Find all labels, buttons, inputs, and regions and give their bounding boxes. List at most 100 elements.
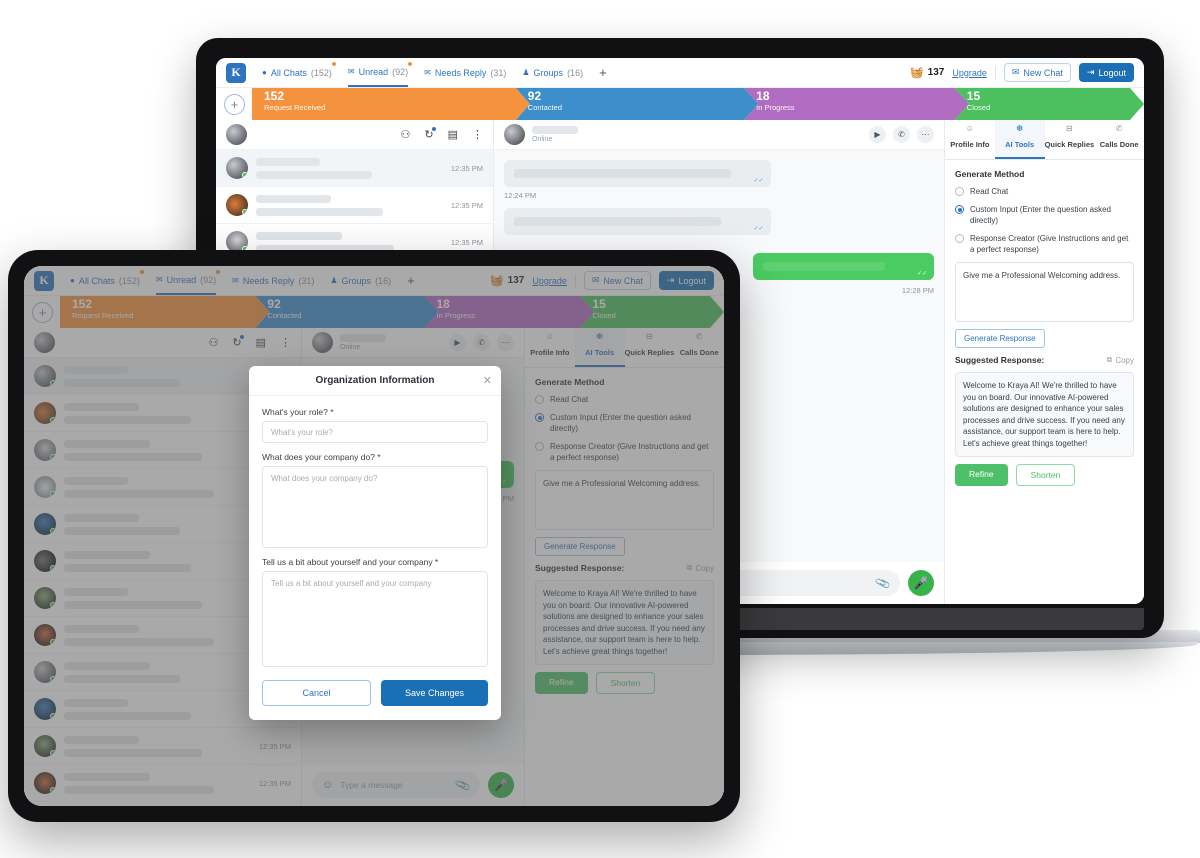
contact-avatar	[504, 124, 525, 145]
ai-tab-label: Profile Info	[950, 140, 990, 149]
field-company-do: What does your company do? * What does y…	[262, 452, 488, 548]
radio-icon[interactable]	[955, 205, 964, 214]
dialog-title: Organization Information	[315, 375, 435, 386]
chat-list-item[interactable]: 12:35 PM	[216, 150, 493, 187]
stage-label: Closed	[966, 103, 991, 112]
needs-reply-icon: ✉	[424, 68, 431, 77]
avatar	[226, 194, 248, 216]
pipeline-stage-request-received[interactable]: 152 Request Received	[252, 88, 530, 120]
tab-label: Needs Reply	[434, 67, 487, 78]
generate-method-option[interactable]: Response Creator (Give Instructions and …	[955, 233, 1134, 255]
new-chat-icon: ✉	[1011, 67, 1020, 77]
pipeline-stage-contacted[interactable]: 92 Contacted	[516, 88, 758, 120]
stage-count: 18	[756, 89, 770, 103]
copy-button[interactable]: ⧉ Copy	[1107, 355, 1134, 365]
cancel-button[interactable]: Cancel	[262, 680, 371, 706]
contacts-icon[interactable]: ⚇	[401, 128, 411, 141]
video-call-icon[interactable]: ▶	[869, 126, 886, 143]
unread-dot	[331, 62, 336, 66]
chat-list-header: ⚇ ↻ ▤ ⋮	[216, 120, 493, 150]
refine-button[interactable]: Refine	[955, 464, 1008, 486]
shorten-button[interactable]: Shorten	[1015, 464, 1076, 486]
copy-label: Copy	[1115, 355, 1134, 365]
chat-preview-placeholder	[256, 157, 443, 179]
contact-status: Online	[532, 136, 553, 143]
upgrade-link[interactable]: Upgrade	[952, 68, 987, 78]
tab-count: (16)	[567, 67, 584, 78]
pipeline-stage-in-progress[interactable]: 18 In Progress	[744, 88, 969, 120]
list-header-icons: ⚇ ↻ ▤ ⋮	[401, 127, 483, 141]
save-changes-button[interactable]: Save Changes	[381, 680, 488, 706]
ai-tab-quick-replies[interactable]: ⊟ Quick Replies	[1045, 120, 1095, 159]
chat-list-item[interactable]: 12:35 PM	[216, 187, 493, 224]
stage-count: 92	[527, 89, 542, 103]
radio-icon[interactable]	[955, 187, 964, 196]
role-input[interactable]: What's your role?	[262, 421, 488, 443]
conversation-header: Online ▶ ✆ ⋯	[494, 120, 944, 150]
user-avatar[interactable]	[226, 124, 247, 145]
online-indicator	[242, 209, 248, 215]
unread-dot	[408, 62, 413, 66]
new-chat-button[interactable]: ✉ New Chat	[1003, 63, 1071, 82]
ai-panel-body: Generate Method Read Chat Custom Input (…	[945, 160, 1144, 495]
copy-icon: ⧉	[1106, 355, 1113, 364]
ai-tools-panel: ☺ Profile Info ❆ AI Tools ⊟ Quick Replie…	[944, 120, 1144, 604]
pipeline-stage-closed[interactable]: 15 Closed	[955, 88, 1144, 120]
ai-tab-ai-tools[interactable]: ❆ AI Tools	[994, 120, 1045, 159]
field-about-you: Tell us a bit about yourself and your co…	[262, 557, 488, 667]
ai-sparkle-icon: ❆	[1016, 124, 1023, 133]
calls-done-icon: ✆	[1115, 124, 1123, 133]
custom-input-textarea[interactable]: Give me a Professional Welcoming address…	[955, 262, 1134, 322]
close-icon[interactable]: ✕	[483, 374, 492, 387]
suggested-response-row: Suggested Response: ⧉ Copy	[955, 355, 1134, 365]
phone-call-icon[interactable]: ✆	[893, 126, 910, 143]
field-label: Tell us a bit about yourself and your co…	[262, 557, 439, 567]
dialog-body: What's your role? * What's your role? Wh…	[249, 396, 501, 667]
radio-icon[interactable]	[955, 234, 964, 243]
add-tab-button[interactable]: +	[599, 65, 607, 80]
refresh-icon[interactable]: ↻	[424, 127, 436, 141]
tab-all-chats[interactable]: ● All Chats (152)	[262, 58, 336, 87]
field-label: What's your role? *	[262, 407, 334, 417]
stage-label: Contacted	[527, 103, 562, 112]
company-do-textarea[interactable]: What does your company do?	[262, 466, 488, 548]
generate-method-option[interactable]: Custom Input (Enter the question asked d…	[955, 204, 1134, 226]
dialog-footer: Cancel Save Changes	[249, 667, 501, 720]
more-vertical-icon[interactable]: ⋮	[472, 128, 483, 141]
stage-label: Request Received	[264, 103, 326, 112]
message-bubble: ✓✓	[504, 208, 771, 235]
ai-tab-calls-done[interactable]: ✆ Calls Done	[1094, 120, 1144, 159]
toolbar-actions: 🧺 137 Upgrade ✉ New Chat ⇥ Logout	[910, 63, 1134, 82]
ai-tab-label: AI Tools	[1005, 140, 1035, 149]
message-icon[interactable]: ▤	[448, 128, 458, 141]
microphone-icon[interactable]: 🎤	[908, 570, 934, 596]
ai-tab-profile-info[interactable]: ☺ Profile Info	[945, 120, 995, 159]
tab-needs-reply[interactable]: ✉ Needs Reply (31)	[424, 58, 506, 87]
tab-groups[interactable]: ♟ Groups (16)	[522, 58, 583, 87]
stage-label: In Progress	[756, 103, 795, 112]
stage-count: 152	[264, 89, 285, 103]
about-you-textarea[interactable]: Tell us a bit about yourself and your co…	[262, 571, 488, 667]
logout-icon: ⇥	[1086, 67, 1095, 77]
field-label: What does your company do? *	[262, 452, 381, 462]
outgoing-message-bubble: ✓✓	[753, 253, 934, 280]
top-toolbar: K ● All Chats (152) ✉ Unread (92) ✉ Need…	[216, 58, 1144, 88]
unread-mail-icon: ✉	[347, 67, 355, 76]
logout-button[interactable]: ⇥ Logout	[1078, 63, 1134, 82]
tab-unread[interactable]: ✉ Unread (92)	[347, 58, 413, 87]
chat-filter-tabs: ● All Chats (152) ✉ Unread (92) ✉ Needs …	[262, 58, 607, 87]
tab-count: (31)	[490, 67, 507, 78]
tab-label: Unread	[358, 66, 389, 77]
tab-count: (152)	[310, 67, 332, 78]
generate-method-option[interactable]: Read Chat	[955, 186, 1134, 197]
stage-count: 15	[966, 89, 981, 103]
generate-response-button[interactable]: Generate Response	[955, 329, 1045, 348]
add-stage-button[interactable]: +	[224, 93, 245, 115]
call-actions: ▶ ✆ ⋯	[869, 126, 934, 143]
paperclip-icon[interactable]: 📎	[874, 575, 892, 591]
option-label: Custom Input (Enter the question asked d…	[970, 205, 1111, 225]
organization-information-dialog: Organization Information ✕ What's your r…	[249, 366, 501, 720]
coins-icon: 🧺	[909, 67, 924, 79]
more-horizontal-icon[interactable]: ⋯	[917, 126, 934, 143]
groups-icon: ♟	[522, 68, 530, 77]
